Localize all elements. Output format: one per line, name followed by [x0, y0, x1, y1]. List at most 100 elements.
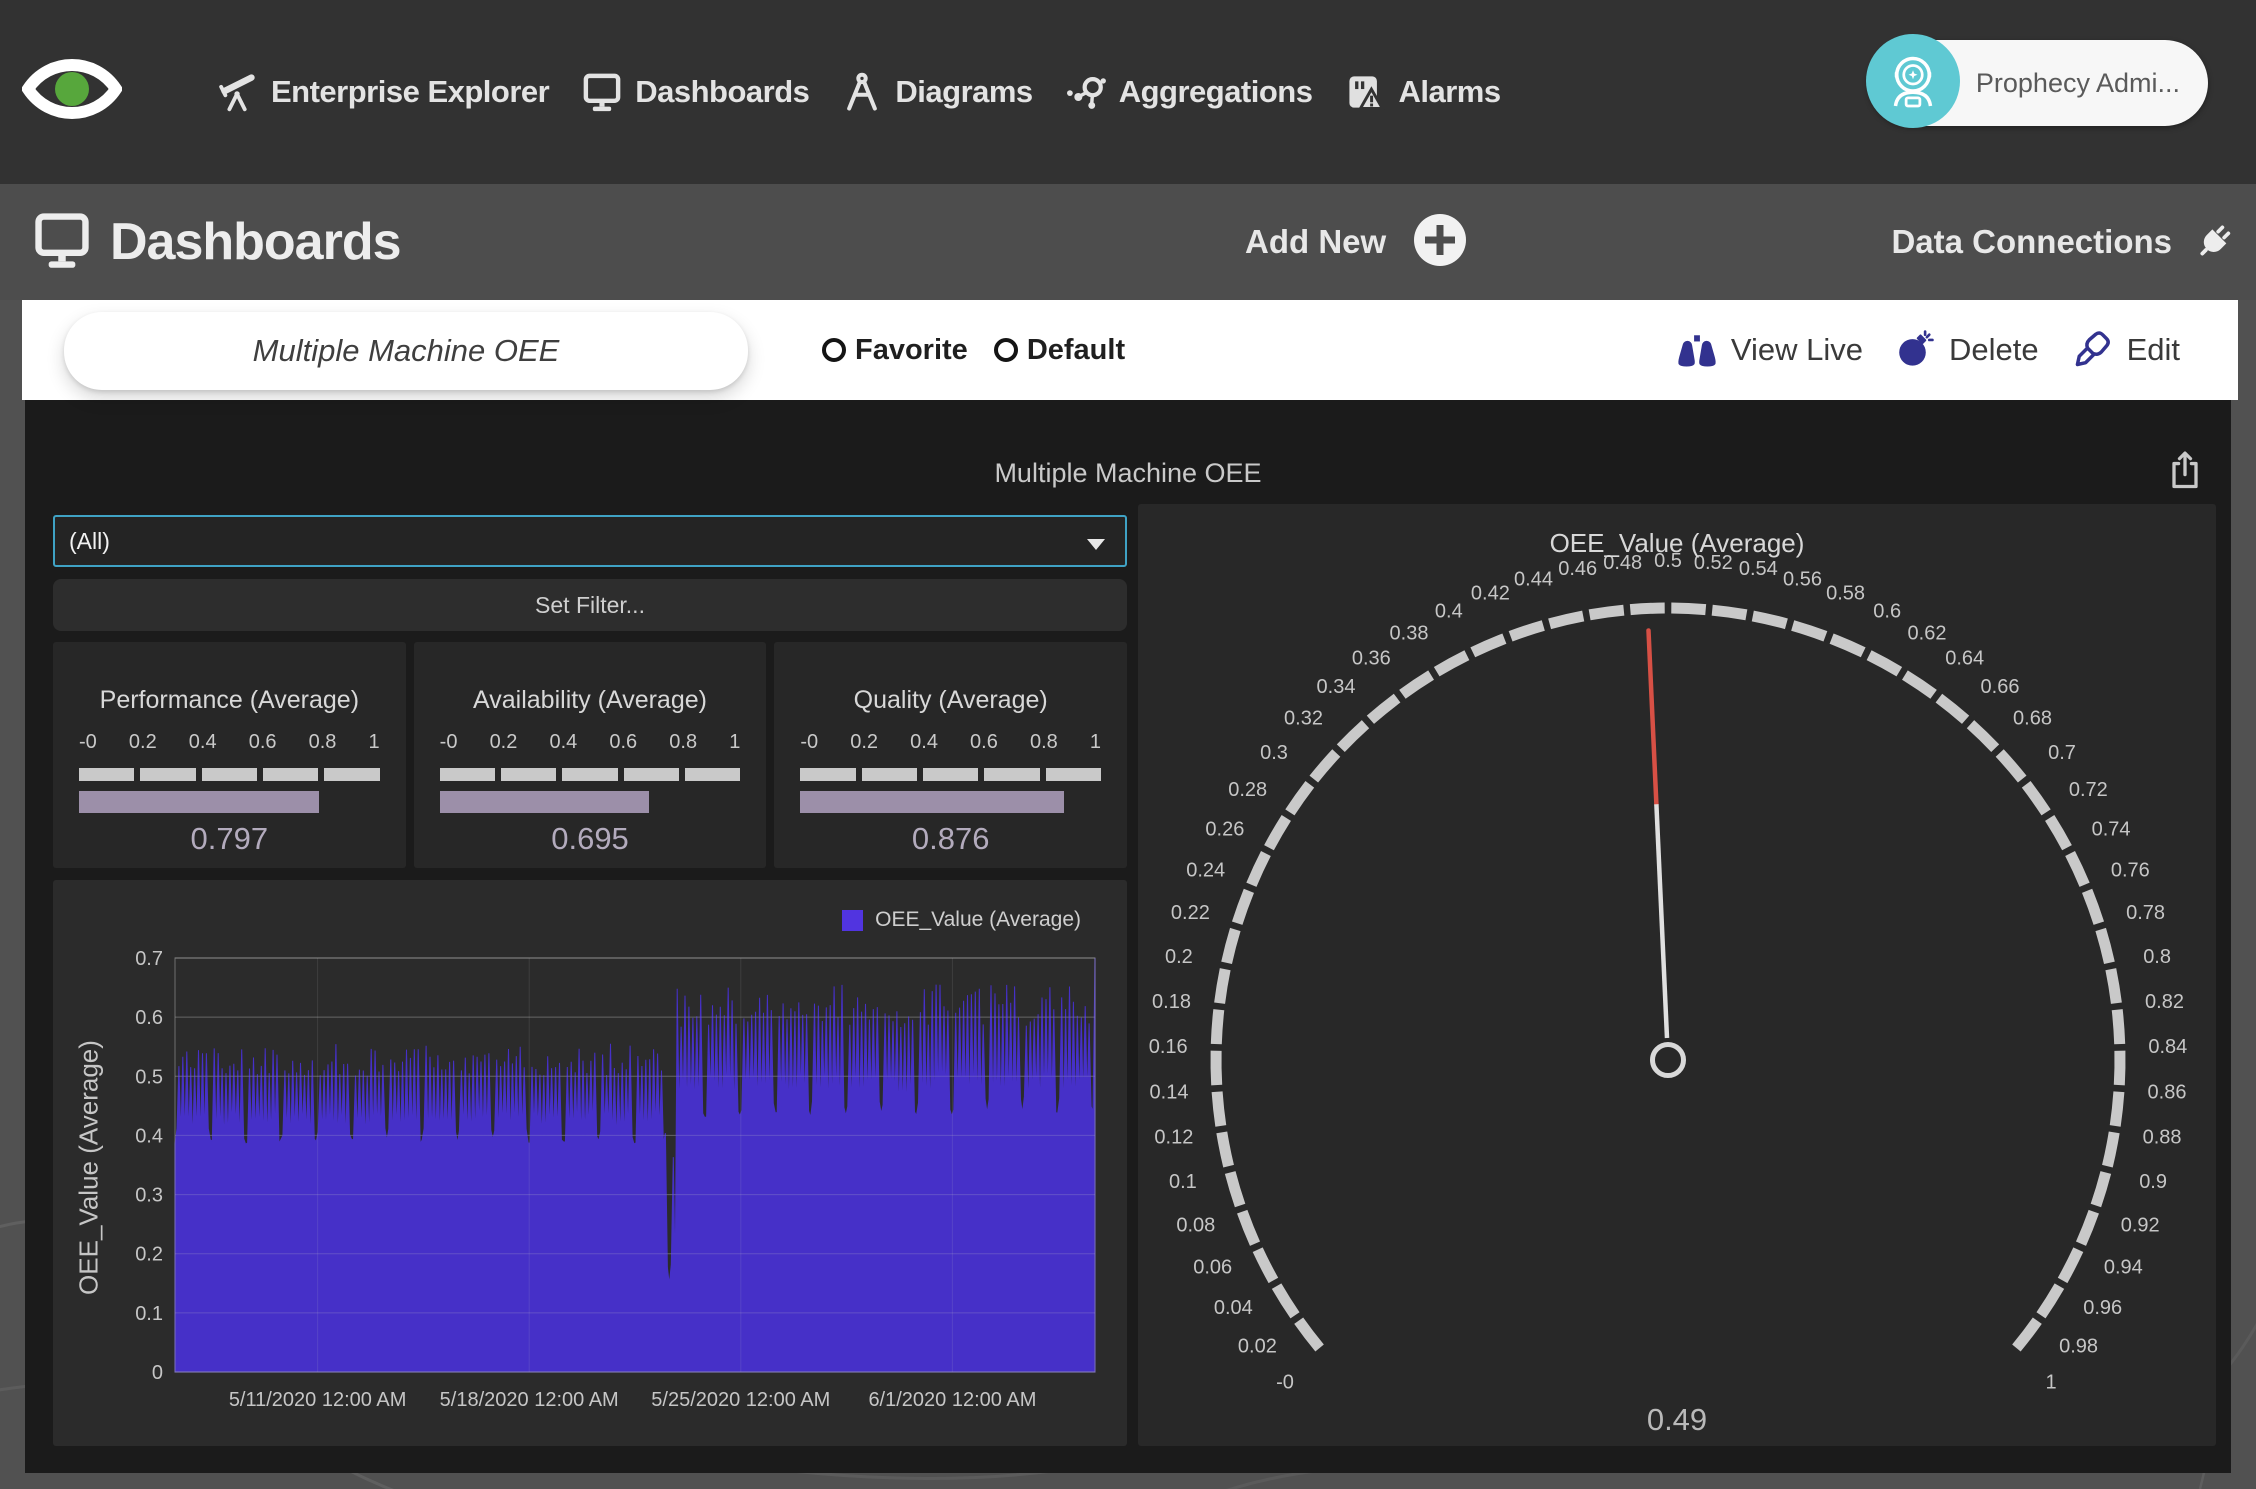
- scale-tick-label: 0.6: [970, 731, 998, 754]
- data-connections-button[interactable]: Data Connections: [1891, 184, 2234, 300]
- svg-text:0.26: 0.26: [1205, 818, 1244, 840]
- svg-text:0.58: 0.58: [1826, 583, 1865, 605]
- svg-text:0.66: 0.66: [1981, 676, 2020, 698]
- page-title: Dashboards: [110, 212, 401, 272]
- stat-scale-track: [440, 768, 741, 781]
- svg-text:0.56: 0.56: [1783, 568, 1822, 590]
- view-live-label: View Live: [1731, 332, 1863, 368]
- svg-text:0.12: 0.12: [1154, 1127, 1193, 1149]
- nav-item-diagrams[interactable]: Diagrams: [839, 69, 1032, 115]
- stat-scale-labels: -00.20.40.60.81: [440, 731, 741, 754]
- stat-card-availability: Availability (Average) -00.20.40.60.81 0…: [414, 642, 767, 868]
- svg-text:0.62: 0.62: [1908, 622, 1947, 644]
- set-filter-button[interactable]: Set Filter...: [53, 579, 1127, 631]
- user-avatar: [1866, 34, 1960, 128]
- chart-legend: OEE_Value (Average): [842, 908, 1081, 932]
- stat-title: Availability (Average): [440, 686, 741, 715]
- legend-label: OEE_Value (Average): [875, 908, 1081, 932]
- stat-value-bar: [800, 791, 1063, 813]
- stat-value: 0.876: [800, 821, 1101, 857]
- delete-label: Delete: [1949, 332, 2039, 368]
- plus-circle-icon: [1412, 212, 1468, 273]
- svg-text:0.84: 0.84: [2148, 1036, 2187, 1058]
- svg-text:0.1: 0.1: [135, 1303, 163, 1325]
- telescope-icon: [215, 69, 261, 115]
- svg-text:0.44: 0.44: [1514, 568, 1553, 590]
- oee-radial-gauge: -00.020.040.060.080.10.120.140.160.180.2…: [1138, 504, 2216, 1446]
- svg-text:0.8: 0.8: [2143, 946, 2171, 968]
- svg-text:0.2: 0.2: [135, 1244, 163, 1266]
- scale-tick-label: 0.2: [850, 731, 878, 754]
- svg-text:0.4: 0.4: [1435, 601, 1463, 623]
- favorite-radio[interactable]: Favorite: [822, 334, 968, 367]
- svg-text:0.32: 0.32: [1284, 708, 1323, 730]
- svg-text:0.08: 0.08: [1176, 1214, 1215, 1236]
- nav-item-dashboards[interactable]: Dashboards: [579, 69, 809, 115]
- svg-text:5/18/2020 12:00 AM: 5/18/2020 12:00 AM: [440, 1389, 619, 1411]
- svg-text:0.4: 0.4: [135, 1125, 163, 1147]
- stat-card-quality: Quality (Average) -00.20.40.60.81 0.876: [774, 642, 1127, 868]
- gauge-title: OEE_Value (Average): [1138, 528, 2216, 559]
- svg-text:0.92: 0.92: [2121, 1214, 2160, 1236]
- svg-text:0.6: 0.6: [1873, 601, 1901, 623]
- app-logo-eye-icon[interactable]: [22, 44, 122, 134]
- svg-text:0.1: 0.1: [1169, 1171, 1197, 1193]
- svg-text:0.42: 0.42: [1471, 583, 1510, 605]
- svg-text:0.96: 0.96: [2083, 1297, 2122, 1319]
- svg-text:0.76: 0.76: [2111, 860, 2150, 882]
- svg-text:0.68: 0.68: [2013, 708, 2052, 730]
- dashboard-panel-title: Multiple Machine OEE: [25, 458, 2231, 489]
- stat-value: 0.695: [440, 821, 741, 857]
- svg-text:0.86: 0.86: [2148, 1081, 2187, 1103]
- default-radio[interactable]: Default: [994, 334, 1125, 367]
- svg-text:1: 1: [2045, 1371, 2056, 1393]
- svg-text:0.22: 0.22: [1171, 902, 1210, 924]
- chevron-down-icon: [1087, 539, 1105, 550]
- stat-card-performance: Performance (Average) -00.20.40.60.81 0.…: [53, 642, 406, 868]
- view-live-button[interactable]: View Live: [1675, 328, 1863, 373]
- svg-text:0.78: 0.78: [2126, 902, 2165, 924]
- svg-text:0.7: 0.7: [135, 948, 163, 970]
- user-name: Prophecy Admi...: [1960, 68, 2208, 99]
- scale-tick-label: 0.2: [490, 731, 518, 754]
- dashboard-toolbar: Favorite Default View Live: [22, 300, 2238, 400]
- binoculars-icon: [1675, 328, 1719, 373]
- add-new-label: Add New: [1245, 223, 1386, 261]
- compass-icon: [839, 69, 885, 115]
- set-filter-label: Set Filter...: [535, 592, 645, 619]
- alarm-icon: [1342, 69, 1388, 115]
- share-icon[interactable]: [2163, 448, 2207, 492]
- nodes-icon: [1063, 69, 1109, 115]
- default-radio-circle[interactable]: [994, 338, 1018, 362]
- machine-filter-dropdown[interactable]: (All): [53, 515, 1127, 567]
- nav-items: Enterprise Explorer Dashboards: [215, 0, 1501, 184]
- svg-text:0.46: 0.46: [1558, 558, 1597, 580]
- delete-button[interactable]: Delete: [1895, 327, 2039, 374]
- svg-text:5/11/2020 12:00 AM: 5/11/2020 12:00 AM: [229, 1389, 407, 1411]
- add-new-button[interactable]: Add New: [1245, 184, 1468, 300]
- nav-label: Enterprise Explorer: [271, 74, 549, 110]
- scale-tick-label: 0.8: [669, 731, 697, 754]
- svg-text:0.88: 0.88: [2143, 1127, 2182, 1149]
- svg-text:0.28: 0.28: [1228, 779, 1267, 801]
- svg-text:0.9: 0.9: [2139, 1171, 2167, 1193]
- favorite-radio-circle[interactable]: [822, 338, 846, 362]
- nav-item-aggregations[interactable]: Aggregations: [1063, 69, 1313, 115]
- svg-text:0.74: 0.74: [2092, 818, 2131, 840]
- svg-text:0.72: 0.72: [2069, 779, 2108, 801]
- svg-text:0.3: 0.3: [1260, 742, 1288, 764]
- nav-label: Diagrams: [895, 74, 1032, 110]
- dashboard-name-input[interactable]: [64, 312, 748, 390]
- svg-text:0.98: 0.98: [2059, 1335, 2098, 1357]
- user-menu[interactable]: Prophecy Admi...: [1868, 40, 2208, 126]
- edit-label: Edit: [2127, 332, 2180, 368]
- nav-item-alarms[interactable]: Alarms: [1342, 69, 1500, 115]
- edit-button[interactable]: Edit: [2071, 326, 2180, 375]
- svg-text:0.06: 0.06: [1193, 1257, 1232, 1279]
- page-header: Dashboards Add New Data Connections: [0, 184, 2256, 300]
- y-axis-title: OEE_Value (Average): [74, 1018, 105, 1318]
- svg-text:0.04: 0.04: [1214, 1297, 1253, 1319]
- scale-tick-label: 0.6: [609, 731, 637, 754]
- nav-item-enterprise-explorer[interactable]: Enterprise Explorer: [215, 69, 549, 115]
- svg-text:0.18: 0.18: [1152, 991, 1191, 1013]
